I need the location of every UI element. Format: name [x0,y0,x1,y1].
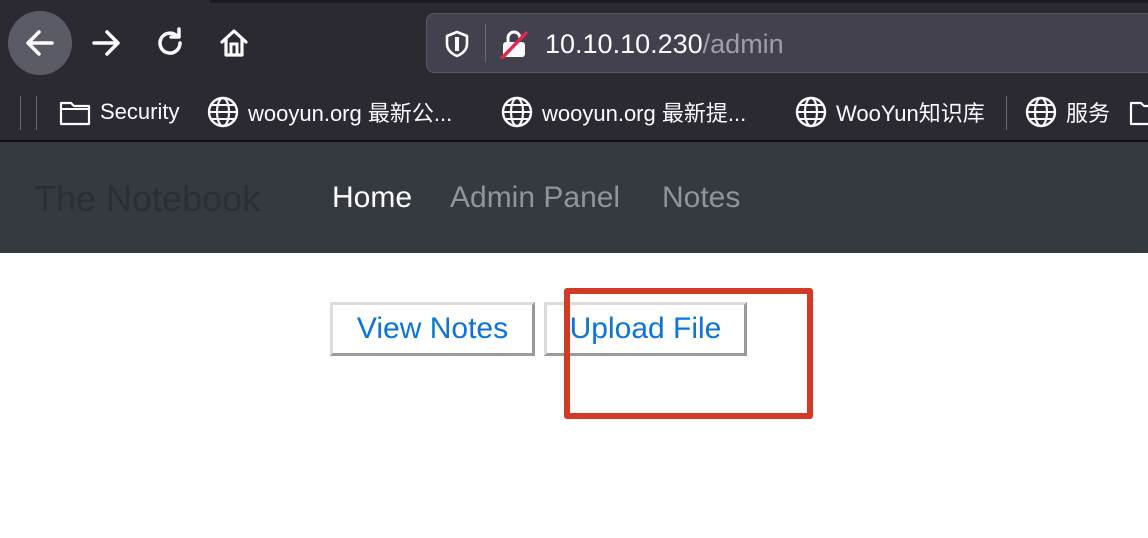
bookmark-wooyun-latest-public[interactable]: wooyun.org 最新公... [206,88,452,136]
bookmark-wooyun-latest-submit[interactable]: wooyun.org 最新提... [500,88,746,136]
insecure-lock-icon [500,30,528,59]
folder-icon [1128,95,1148,129]
bookmark-folder-security[interactable]: Security [58,88,179,136]
home-button[interactable] [212,20,256,66]
bookmarks-separator [20,96,21,130]
address-bar[interactable]: 10.10.10.230/admin [426,13,1148,73]
browser-toolbar: 10.10.10.230/admin [0,0,1148,88]
globe-icon [1024,95,1058,129]
bookmarks-toolbar: Security wooyun.org 最新公... wooyun.org 最新… [0,88,1148,140]
bookmark-label: WooYun知识库 [836,101,985,126]
folder-icon [58,95,92,129]
forward-button[interactable] [84,20,128,66]
bookmark-wooyun-knowledge[interactable]: WooYun知识库 [794,88,985,136]
reload-button[interactable] [148,20,192,66]
shield-icon [445,30,469,58]
home-icon [220,29,248,57]
site-navbar: The Notebook Home Admin Panel Notes [0,142,1148,253]
bookmark-folder-overflow[interactable] [1128,88,1148,136]
nav-link-admin-panel[interactable]: Admin Panel [450,180,620,216]
nav-link-notes[interactable]: Notes [662,180,740,216]
reload-icon [158,27,182,55]
address-bar-divider [485,24,486,62]
nav-link-home[interactable]: Home [332,180,412,216]
arrow-right-icon [92,30,120,56]
globe-icon [206,95,240,129]
site-info-button[interactable] [499,28,529,60]
bookmark-label: 服务 [1066,101,1111,126]
url-text[interactable]: 10.10.10.230/admin [545,28,784,60]
arrow-left-icon [26,30,54,56]
url-host: 10.10.10.230 [545,29,703,59]
globe-icon [794,95,828,129]
bookmarks-separator [1006,96,1007,130]
bookmark-label: wooyun.org 最新公... [248,101,453,126]
view-notes-button[interactable]: View Notes [330,302,535,356]
url-path: /admin [702,29,784,59]
bookmark-services[interactable]: 服务 [1024,88,1110,136]
bookmark-label: wooyun.org 最新提... [542,101,747,126]
tracking-protection-button[interactable] [443,29,471,59]
back-button[interactable] [8,11,72,75]
site-brand[interactable]: The Notebook [34,178,260,220]
bookmark-label: Security [100,99,180,124]
bookmarks-separator [36,96,37,130]
tab-strip-edge [210,0,1148,3]
globe-icon [500,95,534,129]
upload-file-button[interactable]: Upload File [544,302,747,356]
